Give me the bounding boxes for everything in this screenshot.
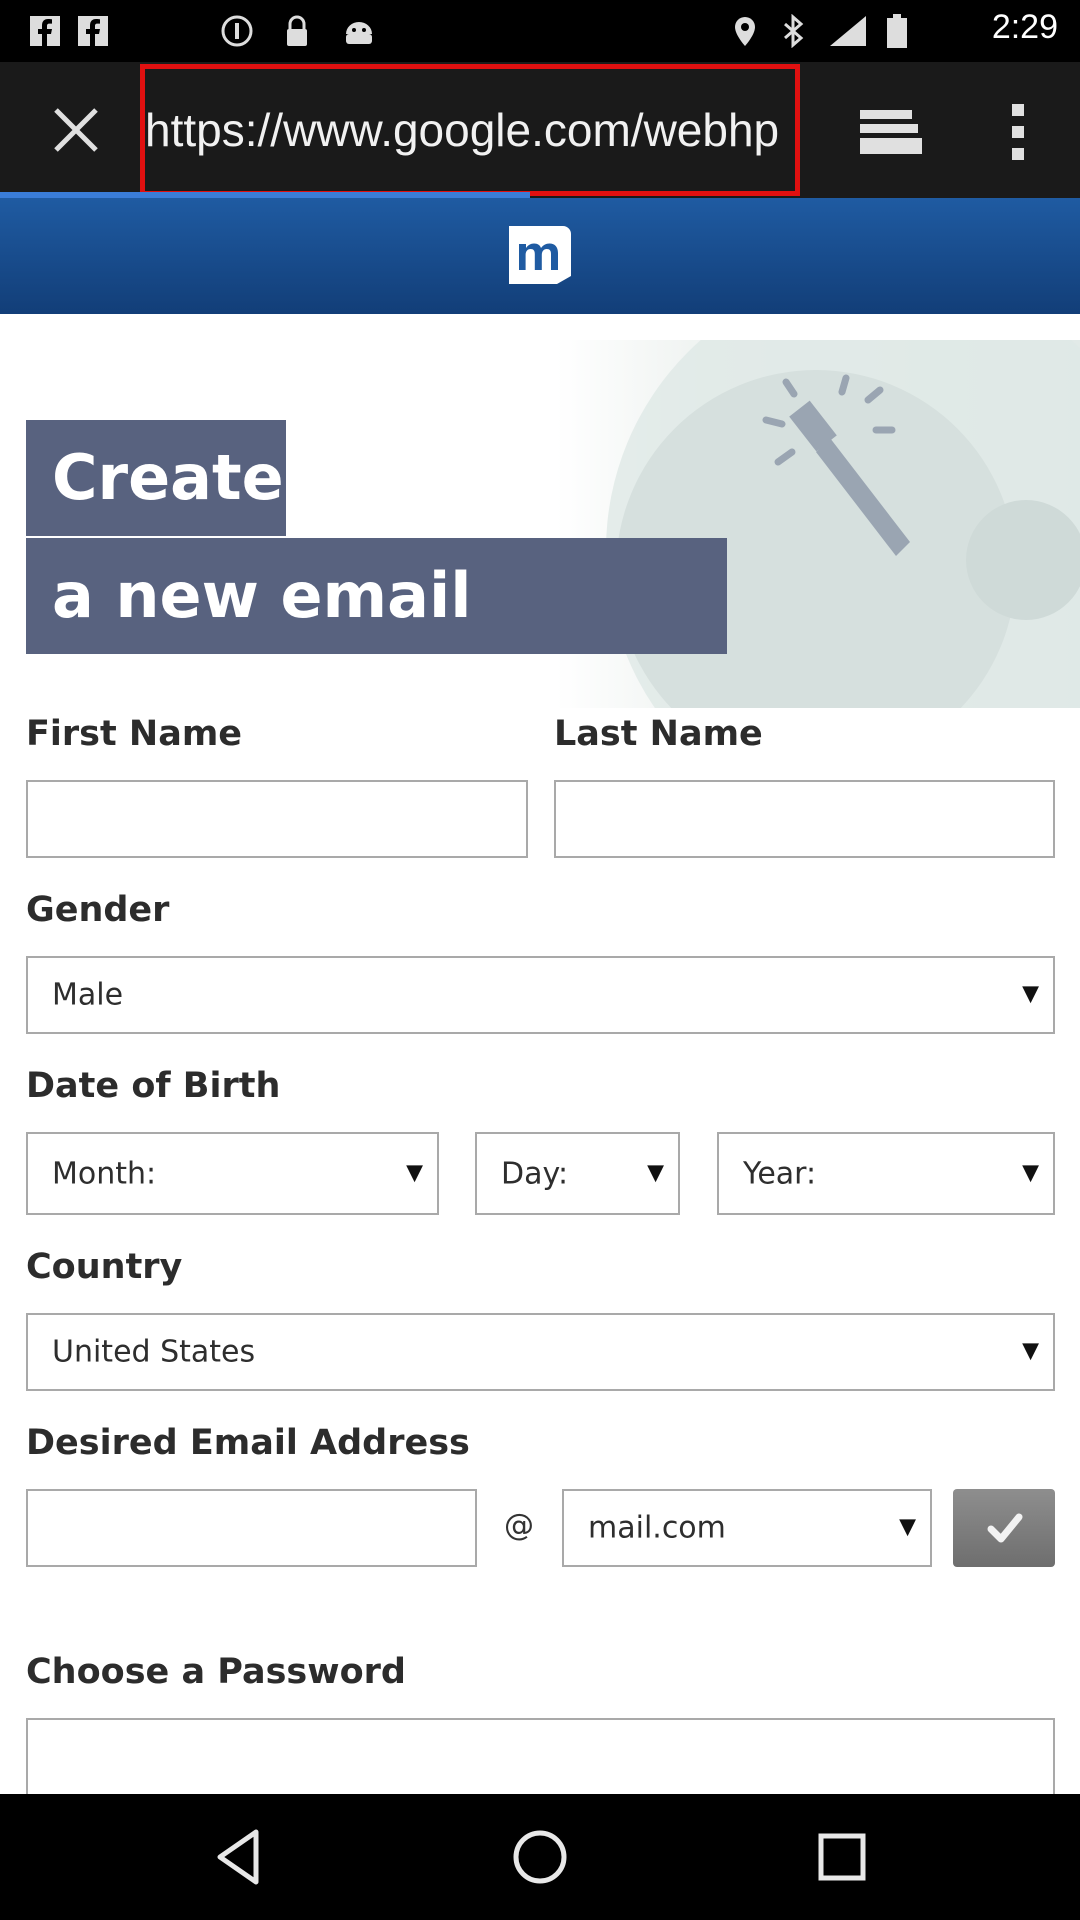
gender-value: Male: [52, 977, 124, 1013]
bluetooth-icon: [784, 14, 804, 48]
password-input[interactable]: [26, 1718, 1055, 1798]
email-domain-select[interactable]: mail.com ▼: [562, 1489, 932, 1567]
last-name-input[interactable]: [554, 780, 1055, 858]
android-icon: [346, 22, 372, 44]
country-value: United States: [52, 1334, 256, 1370]
clock: 2:29: [991, 8, 1058, 46]
chevron-down-icon: ▼: [1022, 1338, 1039, 1364]
circle-info-icon: [221, 15, 253, 47]
chevron-down-icon: ▼: [406, 1159, 423, 1185]
year-value: Year:: [743, 1156, 817, 1191]
email-username-input[interactable]: [26, 1489, 477, 1567]
checkmark-icon: [987, 1513, 1023, 1543]
email-label: Desired Email Address: [26, 1423, 470, 1463]
url-bar[interactable]: https://www.google.com/webhp: [140, 64, 800, 196]
chevron-down-icon: ▼: [647, 1159, 664, 1185]
page-title-line1: Create: [26, 420, 286, 536]
back-icon[interactable]: [206, 1824, 272, 1890]
chevron-down-icon: ▼: [899, 1514, 916, 1540]
hero-banner: Create a new email account: [0, 340, 1080, 748]
domain-value: mail.com: [588, 1510, 726, 1546]
day-value: Day:: [501, 1156, 569, 1191]
chevron-down-icon: ▼: [1022, 981, 1039, 1007]
location-icon: [735, 17, 755, 46]
first-name-label: First Name: [26, 714, 243, 754]
recents-icon[interactable]: [809, 1824, 875, 1890]
mail-logo-icon[interactable]: [505, 222, 575, 288]
browser-toolbar: https://www.google.com/webhp: [0, 62, 1080, 198]
gender-select[interactable]: Male ▼: [26, 956, 1055, 1034]
page-title-line2: a new email account: [26, 538, 727, 748]
first-name-input[interactable]: [26, 780, 528, 858]
year-select[interactable]: Year: ▼: [717, 1132, 1055, 1215]
country-select[interactable]: United States ▼: [26, 1313, 1055, 1391]
status-bar: 2:29: [0, 0, 1080, 62]
site-header: [0, 198, 1080, 314]
month-value: Month:: [52, 1156, 157, 1191]
check-availability-button[interactable]: [953, 1489, 1055, 1567]
last-name-label: Last Name: [554, 714, 763, 754]
home-icon[interactable]: [507, 1824, 573, 1890]
facebook-icon: [78, 16, 108, 46]
dob-label: Date of Birth: [26, 1066, 281, 1106]
gender-label: Gender: [26, 890, 170, 930]
close-icon[interactable]: [28, 94, 124, 166]
at-symbol: @: [504, 1508, 534, 1543]
day-select[interactable]: Day: ▼: [475, 1132, 680, 1215]
overflow-menu-icon[interactable]: [1004, 102, 1032, 162]
chevron-down-icon: ▼: [1022, 1159, 1039, 1185]
month-select[interactable]: Month: ▼: [26, 1132, 439, 1215]
password-label: Choose a Password: [26, 1652, 406, 1692]
tabs-icon[interactable]: [856, 106, 926, 158]
facebook-icon: [30, 16, 60, 46]
country-label: Country: [26, 1247, 183, 1287]
signal-icon: [830, 16, 866, 46]
battery-icon: [887, 14, 907, 48]
system-nav-bar: [0, 1794, 1080, 1920]
lock-icon: [287, 15, 307, 46]
url-text: https://www.google.com/webhp: [145, 104, 780, 156]
